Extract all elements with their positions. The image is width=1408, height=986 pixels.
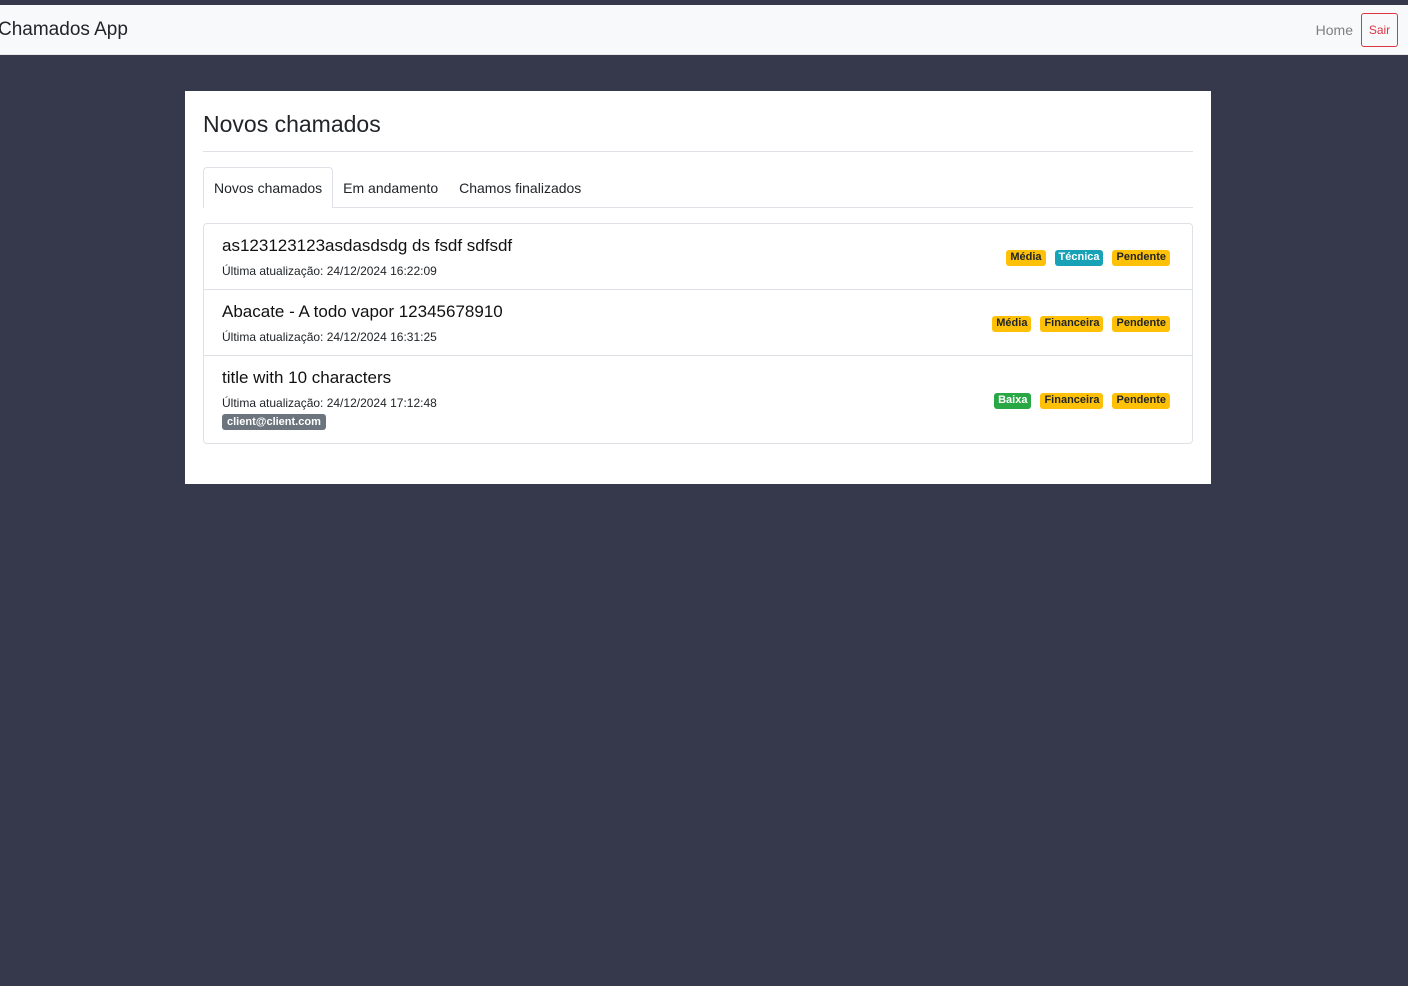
ticket-title: Abacate - A todo vapor 12345678910 bbox=[222, 302, 503, 321]
ticket-list: as123123123asdasdsdg ds fsdf sdfsdf Últi… bbox=[203, 223, 1193, 444]
ticket-updated: Última atualização: 24/12/2024 16:31:25 bbox=[222, 330, 437, 344]
ticket-title: as123123123asdasdsdg ds fsdf sdfsdf bbox=[222, 236, 513, 255]
list-item[interactable]: as123123123asdasdsdg ds fsdf sdfsdf Últi… bbox=[204, 224, 1192, 290]
priority-badge: Baixa bbox=[994, 393, 1032, 409]
priority-badge: Média bbox=[1006, 250, 1046, 266]
tab-em-andamento[interactable]: Em andamento bbox=[333, 167, 449, 207]
status-badge: Pendente bbox=[1112, 393, 1170, 409]
ticket-updated: Última atualização: 24/12/2024 16:22:09 bbox=[222, 264, 437, 278]
list-item[interactable]: Abacate - A todo vapor 12345678910 Últim… bbox=[204, 290, 1192, 356]
list-item[interactable]: title with 10 characters Última atualiza… bbox=[204, 356, 1192, 443]
page-title: Novos chamados bbox=[203, 91, 1193, 152]
ticket-badges: Média Financeira Pendente bbox=[992, 316, 1170, 332]
ticket-badges: Baixa Financeira Pendente bbox=[994, 393, 1170, 409]
navbar: Chamados App Home Sair bbox=[0, 5, 1408, 55]
brand[interactable]: Chamados App bbox=[0, 5, 128, 55]
ticket-badges: Média Técnica Pendente bbox=[1006, 250, 1170, 266]
category-badge: Financeira bbox=[1040, 316, 1104, 332]
main-card: Novos chamados Novos chamados Em andamen… bbox=[185, 91, 1211, 484]
status-badge: Pendente bbox=[1112, 316, 1170, 332]
home-link[interactable]: Home bbox=[1316, 22, 1353, 38]
logout-button[interactable]: Sair bbox=[1361, 12, 1398, 47]
status-badge: Pendente bbox=[1112, 250, 1170, 266]
client-email-badge: client@client.com bbox=[222, 414, 326, 430]
tab-bar: Novos chamados Em andamento Chamos final… bbox=[203, 167, 1193, 208]
category-badge: Técnica bbox=[1054, 250, 1104, 266]
ticket-updated: Última atualização: 24/12/2024 17:12:48 bbox=[222, 396, 437, 410]
tab-novos-chamados[interactable]: Novos chamados bbox=[203, 167, 334, 208]
ticket-title: title with 10 characters bbox=[222, 368, 392, 387]
priority-badge: Média bbox=[992, 316, 1032, 332]
tab-chamados-finalizados[interactable]: Chamos finalizados bbox=[449, 167, 592, 207]
category-badge: Financeira bbox=[1040, 393, 1104, 409]
nav-right: Home Sair bbox=[1316, 12, 1398, 47]
